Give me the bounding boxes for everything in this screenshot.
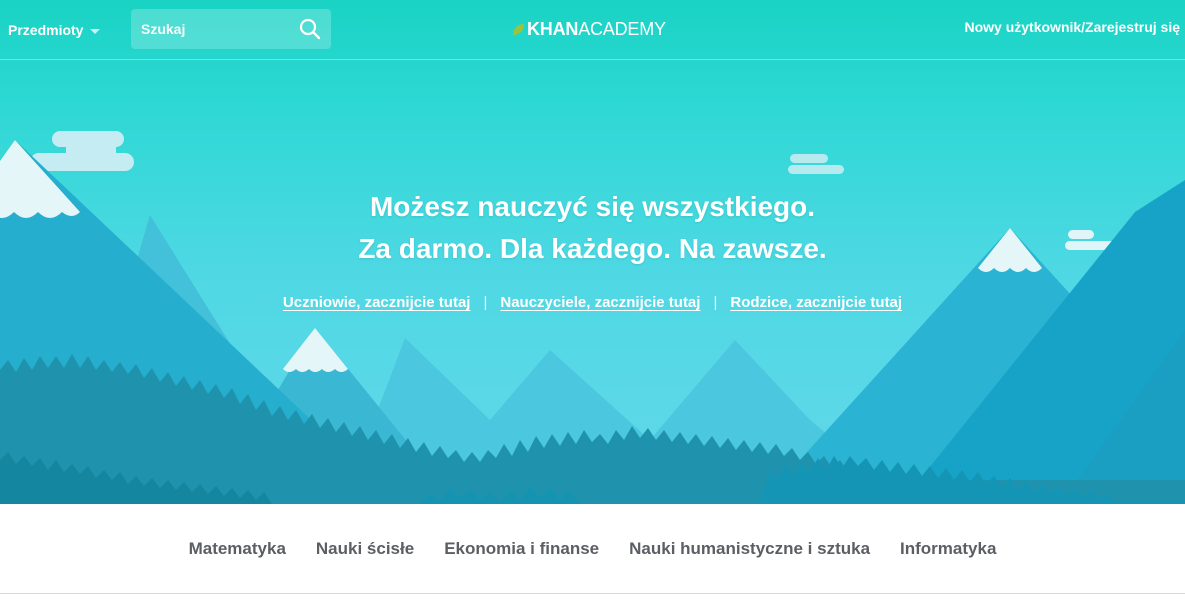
headline-line-2: Za darmo. Dla każdego. Na zawsze. [358, 233, 827, 264]
cloud-left [30, 131, 134, 171]
subjects-dropdown[interactable]: Przedmioty [8, 19, 101, 41]
snow-cap [283, 328, 348, 372]
search-input[interactable] [131, 9, 291, 49]
subject-link-computing[interactable]: Informatyka [900, 539, 996, 559]
chevron-down-icon [90, 28, 101, 34]
cloud-center [788, 154, 844, 174]
teachers-start-link[interactable]: Nauczyciele, zacznijcie tutaj [500, 294, 700, 311]
leaf-icon [513, 23, 524, 35]
subjects-dropdown-label: Przedmioty [8, 22, 84, 38]
search-icon[interactable] [299, 18, 321, 40]
logo-academy-text: ACADEMY [578, 18, 666, 39]
subject-navigation: Matematyka Nauki ścisłe Ekonomia i finan… [0, 504, 1185, 594]
headline-line-1: Możesz nauczyć się wszystkiego. [369, 191, 816, 222]
start-here-links: Uczniowie, zacznijcie tutaj | Nauczyciele,… [0, 294, 1185, 311]
parents-start-link[interactable]: Rodzice, zacznijcie tutaj [730, 294, 902, 311]
subject-link-science[interactable]: Nauki ścisłe [316, 539, 414, 559]
link-separator: | [713, 294, 718, 311]
logo-khan-text: KHAN [527, 18, 579, 39]
top-navigation-bar: Przedmioty KHAN ACADEMY Nowy użytkownik/… [0, 0, 1185, 60]
hero-banner: Przedmioty KHAN ACADEMY Nowy użytkownik/… [0, 0, 1185, 504]
subject-link-math[interactable]: Matematyka [189, 539, 286, 559]
search-box [131, 9, 331, 49]
subject-link-humanities[interactable]: Nauki humanistyczne i sztuka [629, 539, 870, 559]
hero-headline: Możesz nauczyć się wszystkiego. Za darmo… [0, 186, 1185, 270]
subject-link-economics[interactable]: Ekonomia i finanse [444, 539, 599, 559]
khan-academy-logo[interactable]: KHAN ACADEMY [512, 17, 666, 41]
students-start-link[interactable]: Uczniowie, zacznijcie tutaj [283, 294, 471, 311]
signup-link[interactable]: Nowy użytkownik/Zarejestruj się [964, 19, 1180, 35]
link-separator: | [483, 294, 488, 311]
